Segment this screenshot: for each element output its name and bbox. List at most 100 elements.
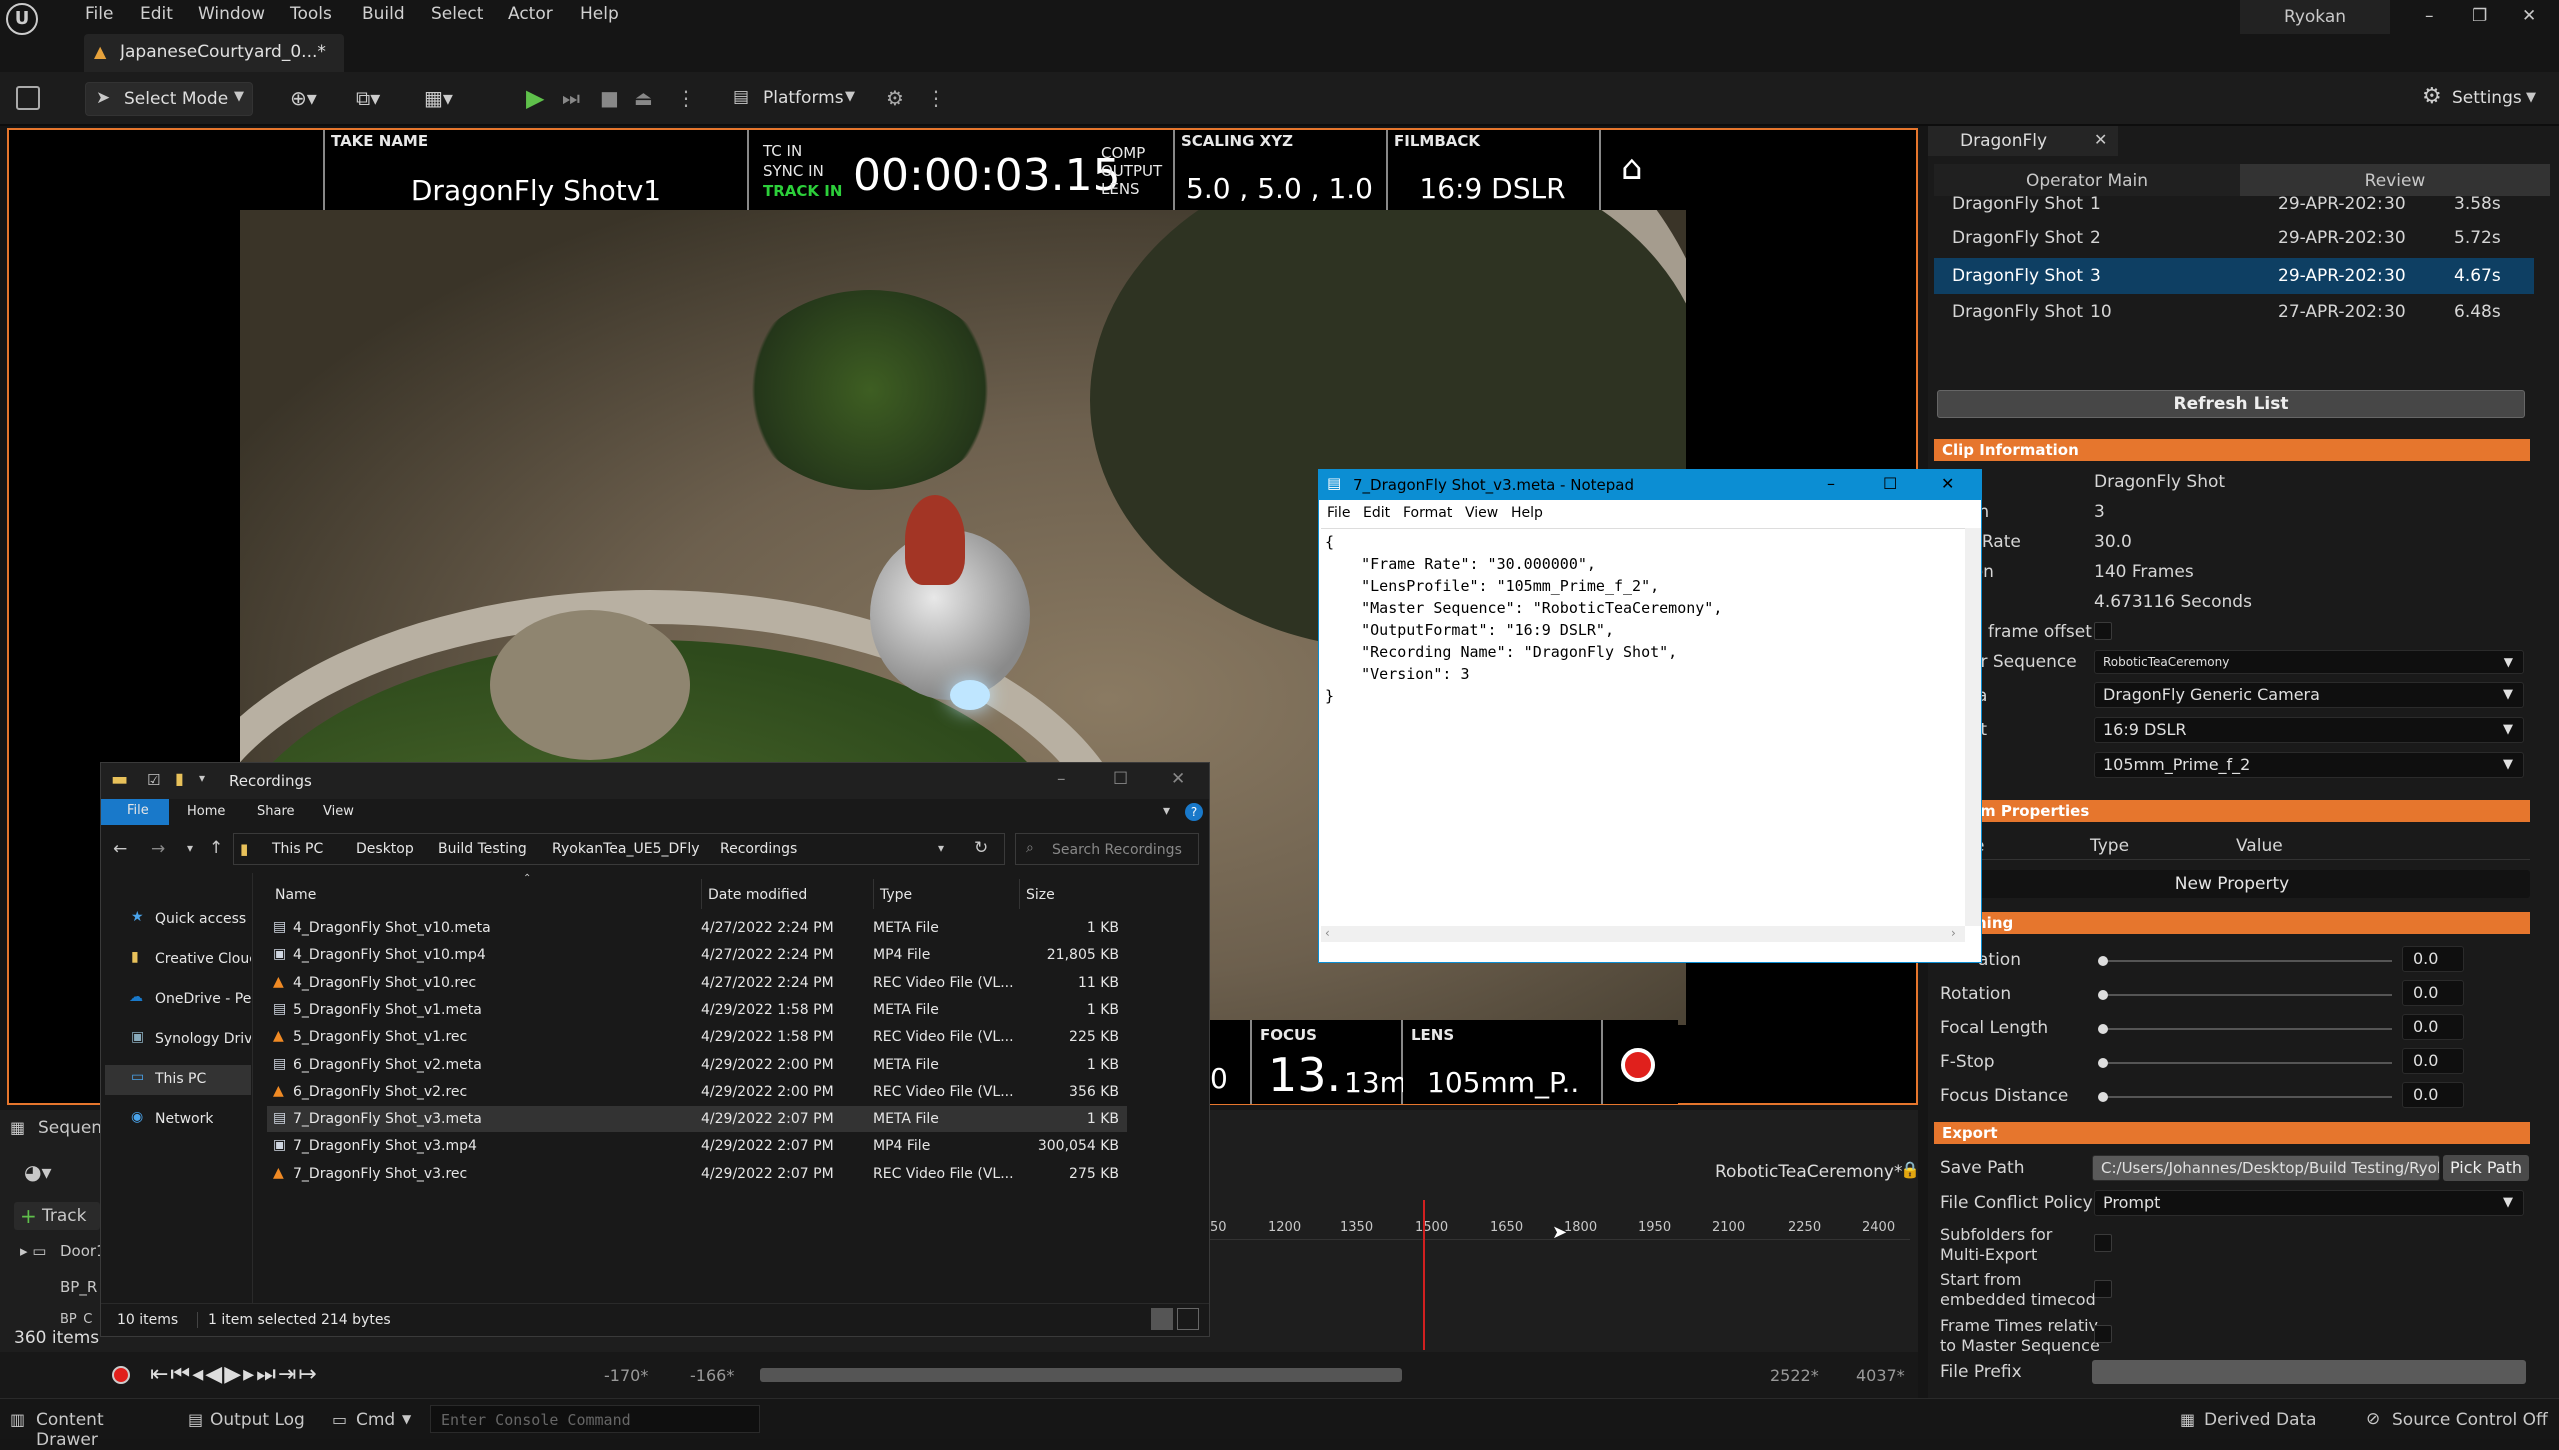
minimize-icon[interactable]: – — [1827, 474, 1835, 493]
slider-track[interactable] — [2102, 1028, 2392, 1030]
ribbon-home-tab[interactable]: Home — [187, 804, 225, 819]
content-drawer-button[interactable]: ▥ Content Drawer — [8, 1406, 168, 1450]
save-path-input[interactable]: C:/Users/Johannes/Desktop/Build Testing/… — [2092, 1155, 2440, 1181]
table-row[interactable]: DragonFly Shot 2 29-APR-202: 30 5.72s — [1934, 220, 2534, 256]
vertical-scrollbar[interactable] — [1965, 528, 1981, 926]
search-input[interactable]: ⌕ Search Recordings — [1015, 833, 1199, 865]
settings-tool-icon[interactable]: ⚙ — [886, 86, 904, 110]
menu-build[interactable]: Build — [362, 4, 405, 24]
notepad-menu-help[interactable]: Help — [1511, 505, 1543, 521]
breadcrumb-item[interactable]: Desktop — [356, 841, 414, 857]
blueprint-icon[interactable]: ⧉▾ — [356, 86, 380, 110]
breadcrumb-item[interactable]: Build Testing — [438, 841, 527, 857]
more-options-icon[interactable]: ⋮ — [676, 86, 696, 110]
back-icon[interactable]: ← — [113, 839, 127, 859]
slider-handle[interactable] — [2098, 1092, 2108, 1102]
slider-track[interactable] — [2102, 1062, 2392, 1064]
sequencer-tab[interactable]: Sequen — [38, 1118, 102, 1138]
menu-window[interactable]: Window — [198, 4, 265, 24]
maximize-icon[interactable]: ☐ — [1113, 769, 1128, 789]
column-name[interactable]: Name — [275, 887, 316, 903]
up-icon[interactable]: ↑ — [209, 838, 223, 858]
lens-dropdown[interactable]: 105mm_Prime_f_2 ▼ — [2094, 752, 2524, 778]
track-row[interactable]: Door1 — [60, 1242, 106, 1260]
more-icon[interactable]: ⋮ — [926, 86, 946, 110]
file-row[interactable]: ▤ 4_DragonFly Shot_v10.meta 4/27/2022 2:24… — [267, 915, 1127, 941]
slider-value-input[interactable]: 0.0 — [2402, 1014, 2464, 1040]
slider-track[interactable] — [2102, 1096, 2392, 1098]
nav-item[interactable]: ▭ This PC — [105, 1065, 251, 1095]
master-sequence-dropdown[interactable]: RoboticTeaCeremony ▼ — [2094, 650, 2524, 674]
camera-dropdown[interactable]: DragonFly Generic Camera ▼ — [2094, 682, 2524, 708]
custom-properties-header[interactable]: m Properties — [1934, 800, 2530, 822]
file-row[interactable]: ▲ 7_DragonFly Shot_v3.rec 4/29/2022 2:07 P… — [267, 1161, 1127, 1187]
file-row[interactable]: ▣ 4_DragonFly Shot_v10.mp4 4/27/2022 2:24 … — [267, 942, 1127, 968]
nav-item[interactable]: ◉ Network — [101, 1105, 251, 1135]
playhead[interactable] — [1423, 1200, 1425, 1350]
tab-operator-main[interactable]: Operator Main — [1934, 164, 2240, 196]
close-icon[interactable]: ✕ — [1171, 769, 1185, 789]
cmd-button[interactable]: ▭ Cmd ▼ — [330, 1406, 420, 1434]
column-date[interactable]: Date modified — [701, 879, 807, 909]
pick-path-button[interactable]: Pick Path — [2443, 1155, 2529, 1181]
clip-information-header[interactable]: Clip Information — [1934, 439, 2530, 461]
large-icons-view-icon[interactable] — [1177, 1308, 1199, 1330]
sequence-options-icon[interactable]: ◕▾ — [24, 1160, 52, 1184]
slider-handle[interactable] — [2098, 956, 2108, 966]
slider-value-input[interactable]: 0.0 — [2402, 946, 2464, 972]
column-size[interactable]: Size — [1019, 879, 1055, 909]
nav-item[interactable]: ☁ OneDrive - Per — [101, 985, 251, 1015]
nav-item[interactable]: ▮ Creative Clouc — [101, 945, 251, 975]
menu-edit[interactable]: Edit — [140, 4, 173, 24]
notepad-text-area[interactable]: { "Frame Rate": "30.000000", "LensProfil… — [1321, 528, 1965, 926]
file-row[interactable]: ▲ 6_DragonFly Shot_v2.rec 4/29/2022 2:00 P… — [267, 1079, 1127, 1105]
minimize-icon[interactable]: – — [2425, 6, 2434, 26]
frame-times-checkbox[interactable] — [2094, 1325, 2112, 1343]
conflict-policy-dropdown[interactable]: Prompt ▼ — [2094, 1190, 2524, 1216]
slider-track[interactable] — [2102, 960, 2392, 962]
subfolders-checkbox[interactable] — [2094, 1234, 2112, 1252]
select-mode-button[interactable]: ➤ Select Mode ▼ — [85, 82, 253, 116]
notepad-titlebar[interactable]: ▤ 7_DragonFly Shot_v3.meta - Notepad – ☐… — [1319, 470, 1981, 500]
play-icon[interactable]: ▶ — [526, 84, 544, 112]
breadcrumb-item[interactable]: Recordings — [720, 841, 797, 857]
output-log-button[interactable]: ▤ Output Log — [186, 1406, 306, 1434]
table-row[interactable]: DragonFly Shot 1 29-APR-202: 30 3.58s — [1934, 196, 2534, 220]
close-icon[interactable]: ✕ — [1941, 474, 1954, 493]
level-tab[interactable]: ▲ JapaneseCourtyard_0...* — [84, 34, 344, 72]
range-end[interactable]: 2522* — [1770, 1366, 1819, 1385]
notepad-menu-edit[interactable]: Edit — [1363, 505, 1390, 521]
range-end-2[interactable]: 4037* — [1856, 1366, 1905, 1385]
smoothing-header[interactable]: hing — [1934, 912, 2530, 934]
menu-tools[interactable]: Tools — [290, 4, 332, 24]
menu-actor[interactable]: Actor — [508, 4, 553, 24]
file-row[interactable]: ▤ 6_DragonFly Shot_v2.meta 4/29/2022 2:00 … — [267, 1052, 1127, 1078]
menu-file[interactable]: File — [85, 4, 113, 24]
close-icon[interactable]: ✕ — [2094, 130, 2107, 149]
step-icon[interactable]: ⏭ — [562, 86, 580, 110]
user-tab[interactable]: Ryokan — [2240, 0, 2390, 34]
recent-icon[interactable]: ▾ — [187, 841, 193, 855]
settings-button[interactable]: ⚙ Settings ▼ — [2420, 84, 2540, 114]
cinematics-icon[interactable]: ▦▾ — [424, 86, 453, 110]
details-view-icon[interactable] — [1151, 1308, 1173, 1330]
range-start-2[interactable]: -166* — [690, 1366, 734, 1385]
close-icon[interactable]: ✕ — [2522, 6, 2536, 26]
file-row[interactable]: ▲ 4_DragonFly Shot_v10.rec 4/27/2022 2:24 … — [267, 970, 1127, 996]
unreal-logo-icon[interactable]: U — [6, 3, 38, 35]
file-prefix-input[interactable] — [2092, 1360, 2526, 1384]
lock-icon[interactable]: 🔒 — [1900, 1160, 1920, 1179]
range-start[interactable]: -170* — [604, 1366, 648, 1385]
console-input[interactable]: Enter Console Command — [430, 1405, 760, 1433]
scroll-left-icon[interactable]: ‹ — [1325, 926, 1330, 940]
tab-review[interactable]: Review — [2240, 164, 2550, 196]
track-row[interactable]: BP_R — [60, 1278, 97, 1296]
refresh-list-button[interactable]: Refresh List — [1937, 390, 2525, 418]
record-transport-icon[interactable] — [112, 1366, 130, 1384]
save-icon[interactable] — [16, 86, 40, 110]
stop-icon[interactable]: ■ — [600, 86, 619, 110]
slider-handle[interactable] — [2098, 1024, 2108, 1034]
expand-ribbon-icon[interactable]: ▾ — [1163, 803, 1170, 819]
offset-checkbox[interactable] — [2094, 622, 2112, 640]
column-type[interactable]: Type — [873, 879, 912, 909]
